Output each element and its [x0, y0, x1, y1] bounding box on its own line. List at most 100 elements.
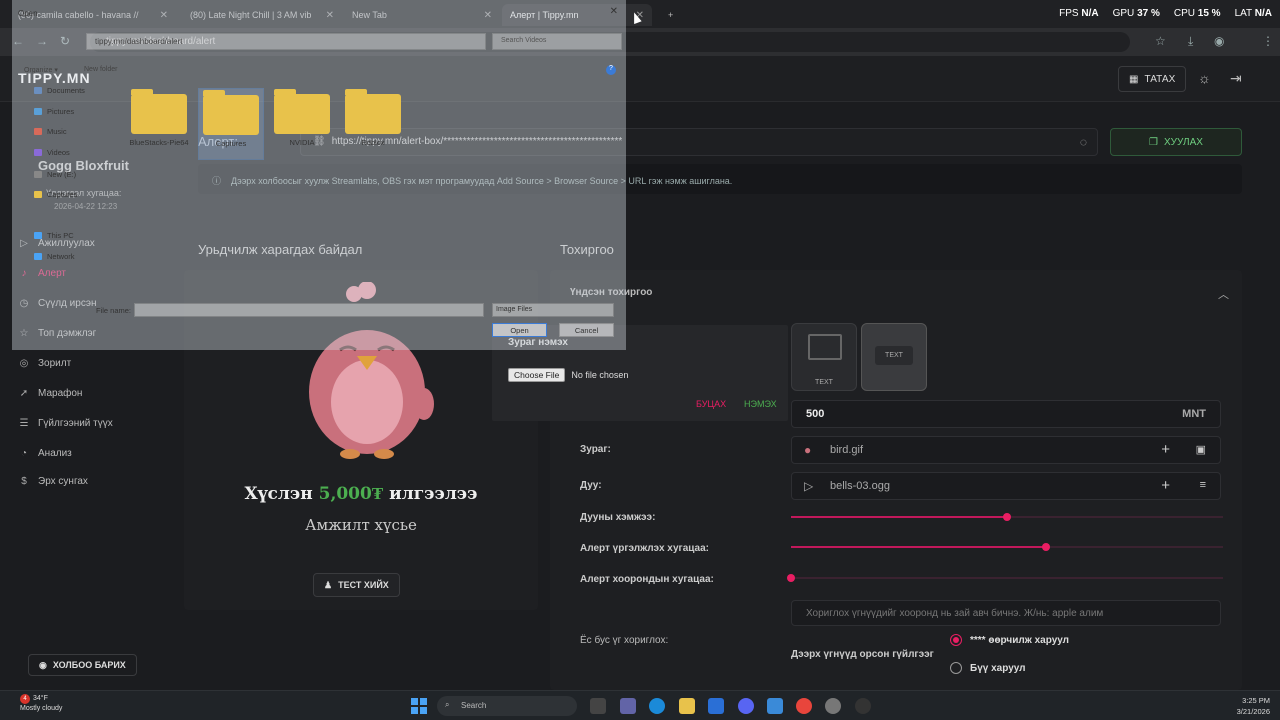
preview-amount: 5,000₮ — [318, 484, 384, 504]
folder-bluestacks[interactable]: BlueStacks-Pie64 — [126, 88, 192, 160]
new-tab-button[interactable]: + — [660, 4, 680, 26]
volume-slider[interactable] — [791, 513, 1223, 521]
add-icon[interactable]: + — [1161, 477, 1170, 494]
radio-unselected-icon — [950, 662, 962, 674]
theme-sun-icon[interactable]: ☼ — [1198, 70, 1211, 86]
teams-icon[interactable] — [620, 698, 636, 714]
fps-value: N/A — [1081, 8, 1099, 19]
popup-add-button[interactable]: НЭМЭХ — [744, 399, 777, 409]
folder-nvidia[interactable]: NVIDIA — [269, 88, 335, 160]
nav-captures[interactable]: Captures — [34, 190, 77, 199]
close-icon[interactable]: ✕ — [610, 6, 618, 17]
lat-value: N/A — [1254, 8, 1272, 19]
nav-videos[interactable]: Videos — [34, 148, 70, 157]
nav-this-pc[interactable]: This PC — [34, 231, 74, 240]
windows-start-button[interactable] — [411, 698, 427, 714]
interval-slider[interactable] — [787, 574, 1223, 582]
chevron-up-icon[interactable]: ︿ — [1218, 286, 1229, 302]
store-icon[interactable] — [708, 698, 724, 714]
banned-words-input[interactable]: Хориглох үгнүүдийг хооронд нь зай авч би… — [791, 600, 1221, 626]
contains-words-label: Дээрх үгнүүд орсон гүйлгээг — [791, 649, 934, 660]
contact-button[interactable]: ◉ ХОЛБОО БАРИХ — [28, 654, 137, 676]
sound-label: Дуу: — [580, 480, 602, 491]
sidebar-item-label: Гүйлгээний түүх — [38, 418, 113, 429]
layout-option-label: TEXT — [875, 345, 913, 365]
dialog-search-input[interactable]: Search Videos — [492, 33, 622, 50]
sidebar-item-marathon[interactable]: ➚ Марафон — [18, 388, 83, 399]
documents-icon — [34, 87, 42, 94]
dialog-path-bar[interactable]: tippy.mn/dashboard/alert — [86, 33, 486, 50]
gallery-icon[interactable]: ▣ — [1196, 443, 1206, 456]
chrome-icon[interactable] — [796, 698, 812, 714]
file-chooser: Choose File No file chosen — [508, 368, 628, 382]
nav-documents[interactable]: Documents — [34, 86, 85, 95]
file-name-input[interactable] — [134, 303, 484, 317]
radio-hide-option[interactable]: Бүү харуул — [950, 662, 1026, 674]
playlist-icon[interactable]: ≡ — [1200, 479, 1206, 491]
file-type-select[interactable]: Image Files — [492, 303, 614, 317]
sidebar-item-history[interactable]: ☰ Гүйлгээний түүх — [18, 418, 113, 429]
task-view-icon[interactable] — [590, 698, 606, 714]
weather-widget[interactable]: 4 34°F Mostly cloudy — [20, 694, 62, 714]
layout-image-text-option[interactable]: TEXT — [791, 323, 857, 391]
sidebar-item-extend[interactable]: $ Эрх сунгах — [18, 476, 88, 487]
slider-handle[interactable] — [787, 574, 795, 582]
preview-sender: Хүслэн — [244, 484, 313, 504]
play-icon[interactable]: ▷ — [804, 479, 813, 493]
system-tray[interactable]: 3:25 PM 3/21/2026 — [1237, 695, 1270, 717]
slider-handle[interactable] — [1041, 543, 1050, 551]
computer-icon — [34, 232, 42, 239]
add-icon[interactable]: + — [1161, 441, 1170, 458]
download-icon[interactable]: ⤓ — [1188, 34, 1193, 49]
cpu-label: CPU — [1173, 8, 1195, 19]
extension-icon[interactable]: ◉ — [1214, 34, 1224, 48]
search-label: Search — [461, 701, 487, 710]
profanity-filter-label: Ёс бус үг хориглох: — [580, 635, 669, 646]
file-explorer-icon[interactable] — [679, 698, 695, 714]
nav-pictures[interactable]: Pictures — [34, 107, 74, 116]
game-launcher-icon[interactable] — [855, 698, 871, 714]
duration-slider[interactable] — [791, 543, 1223, 551]
plus-icon: + — [668, 10, 674, 20]
copy-button[interactable]: ❐ ХУУЛАХ — [1110, 128, 1242, 156]
settings-gear-icon[interactable] — [825, 698, 841, 714]
dialog-open-button[interactable]: Open — [492, 323, 547, 337]
slider-handle[interactable] — [1003, 513, 1011, 521]
download-app-button[interactable]: ▦ ТАТАХ — [1118, 66, 1187, 92]
layout-text-option[interactable]: TEXT — [861, 323, 927, 391]
dialog-cancel-button[interactable]: Cancel — [559, 323, 614, 337]
edge-icon[interactable] — [649, 698, 665, 714]
eye-off-icon[interactable]: ◌ — [1080, 135, 1087, 149]
logout-icon[interactable]: ⇥ — [1230, 70, 1242, 87]
organize-menu[interactable]: Organize ▾ — [24, 66, 58, 74]
image-file-field[interactable]: ● bird.gif + ▣ — [791, 436, 1221, 464]
star-icon[interactable]: ☆ — [1155, 34, 1166, 48]
nav-drive-e[interactable]: New (E:) — [34, 170, 76, 179]
app-icon[interactable] — [767, 698, 783, 714]
preview-sub-message: Амжилт хүсье — [305, 516, 417, 534]
no-file-text: No file chosen — [571, 370, 629, 380]
folder-roblox[interactable]: Roblox — [340, 88, 406, 160]
taskbar-search[interactable]: ⌕ Search — [437, 696, 577, 716]
help-icon[interactable]: ? — [606, 65, 616, 75]
new-folder-button[interactable]: New folder — [84, 66, 117, 73]
folder-captures[interactable]: Captures — [198, 88, 264, 160]
nav-music[interactable]: Music — [34, 127, 67, 136]
menu-icon[interactable]: ⋮ — [1262, 34, 1274, 48]
discord-icon[interactable] — [738, 698, 754, 714]
minimum-amount-input[interactable]: 500 MNT — [791, 400, 1221, 428]
popup-cancel-button[interactable]: БУЦАХ — [696, 399, 726, 409]
cpu-value: 15 % — [1197, 8, 1221, 19]
choose-file-button[interactable]: Choose File — [508, 368, 566, 382]
radio-selected-icon — [950, 634, 962, 646]
nav-network[interactable]: Network — [34, 252, 75, 261]
sidebar-item-analysis[interactable]: ◔ Анализ — [18, 448, 72, 459]
gpu-label: GPU — [1112, 8, 1135, 19]
sound-file-field[interactable]: ▷ bells-03.ogg + ≡ — [791, 472, 1221, 500]
preview-message: Хүслэн 5,000₮ илгээлээ — [184, 484, 538, 504]
radio-mask-option[interactable]: **** өөрчилж харуул — [950, 634, 1069, 646]
drive-icon — [34, 171, 42, 178]
bird-thumbnail-icon: ● — [804, 443, 812, 457]
sidebar-item-goal[interactable]: ◎ Зорилт — [18, 358, 72, 369]
test-button[interactable]: ♟ ТЕСТ ХИЙХ — [313, 573, 400, 597]
